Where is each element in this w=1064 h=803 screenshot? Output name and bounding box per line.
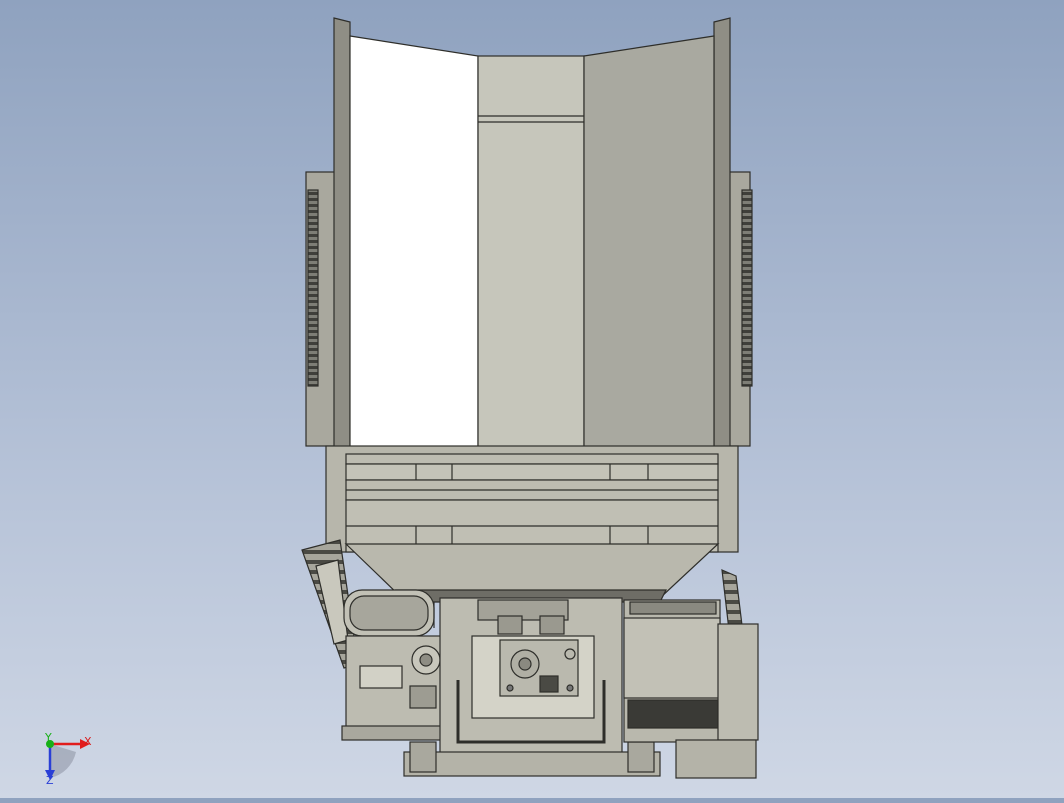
right-roller	[727, 171, 753, 447]
gas-tank	[343, 589, 435, 637]
triad-y-label: Y	[45, 731, 52, 744]
display-window	[359, 665, 403, 689]
control-button-square	[409, 685, 437, 709]
left-roller	[305, 171, 337, 447]
hopper-right-panel	[583, 35, 715, 453]
hopper-left-wall	[333, 17, 351, 453]
triad-x-label: X	[84, 735, 92, 748]
machine-assembly-drawing	[301, 17, 759, 779]
hopper-right-wall	[713, 17, 731, 453]
triad-z-label: Z	[46, 774, 54, 787]
cad-viewport[interactable]: X Y Z	[0, 0, 1064, 798]
motor-vent	[627, 699, 719, 729]
hopper-left-panel	[349, 35, 479, 453]
